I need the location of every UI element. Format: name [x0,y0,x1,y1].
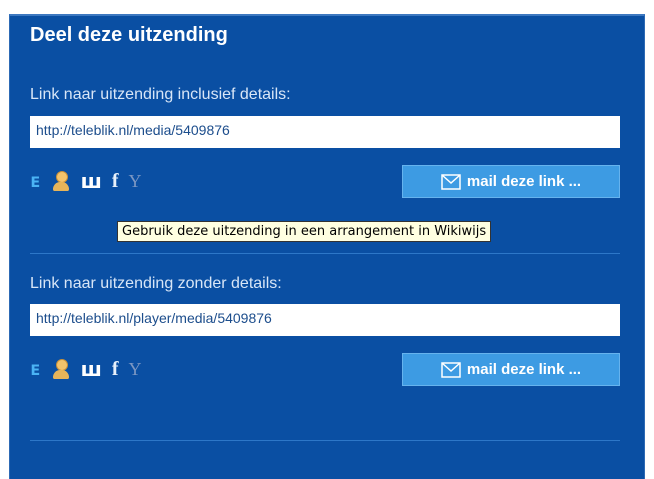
mail-icon [441,173,461,190]
link-without-details-field[interactable]: http://teleblik.nl/player/media/5409876 [30,304,620,336]
wikiwijs-icon[interactable] [51,170,71,192]
facebook-icon[interactable]: f [112,171,119,191]
mail-link-label-2: mail deze link ... [466,361,582,378]
link-with-details-label: Link naar uitzending inclusief details: [30,86,291,103]
yahoo-icon[interactable]: Y [129,172,142,190]
facebook-icon[interactable]: f [112,359,119,379]
twitter-icon[interactable]: ᴇ [30,171,41,191]
mail-link-button-1[interactable]: mail deze link ... [402,165,620,198]
wikiwijs-tooltip: Gebruik deze uitzending in een arrangeme… [117,221,492,242]
share-icons-row-1: ᴇ ш f Y [30,168,142,194]
share-icons-row-2: ᴇ ш f Y [30,356,142,382]
mail-link-button-2[interactable]: mail deze link ... [402,353,620,386]
w-icon[interactable]: ш [81,171,102,191]
wikiwijs-icon[interactable] [51,358,71,380]
panel-title: Deel deze uitzending [30,24,228,46]
link-with-details-field[interactable]: http://teleblik.nl/media/5409876 [30,116,620,148]
divider-1 [30,253,620,254]
mail-link-label-1: mail deze link ... [466,173,582,190]
share-panel [9,14,645,479]
divider-2 [30,440,620,441]
mail-icon [441,361,461,378]
yahoo-icon[interactable]: Y [129,360,142,378]
link-without-details-label: Link naar uitzending zonder details: [30,275,282,292]
w-icon[interactable]: ш [81,359,102,379]
twitter-icon[interactable]: ᴇ [30,359,41,379]
